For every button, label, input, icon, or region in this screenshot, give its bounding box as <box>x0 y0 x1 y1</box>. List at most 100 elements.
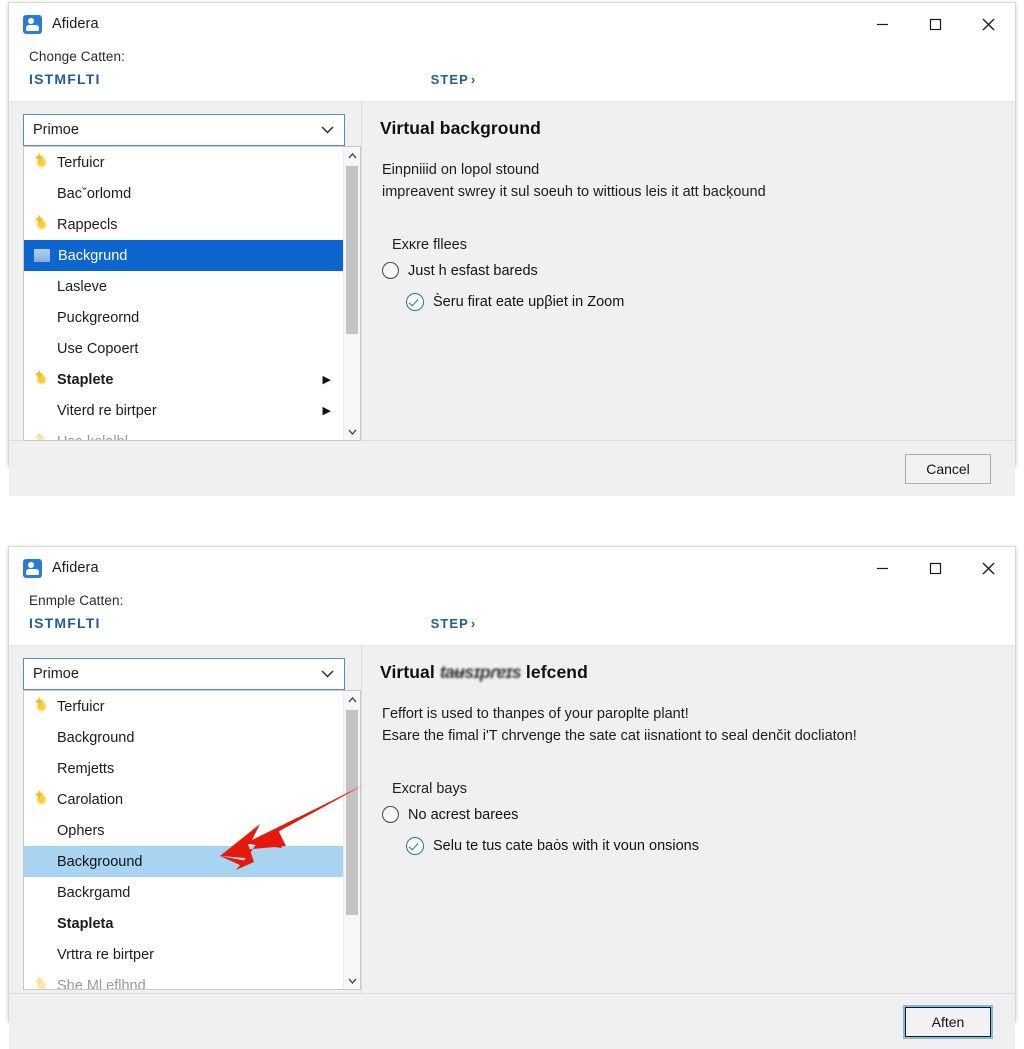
spacer-icon <box>34 854 49 869</box>
scrollbar-thumb[interactable] <box>346 166 358 334</box>
panel-description-2: Γeffort is used to thanpes of your parop… <box>382 703 995 747</box>
minimize-icon[interactable] <box>856 3 909 45</box>
checkbox-option-label-1: S̀eru ﬁrat eate upβiet in Zoom <box>433 294 625 310</box>
step-label-1: STEP <box>430 71 469 87</box>
list-item-label: Stapleta <box>57 915 114 932</box>
list-item[interactable]: Terfuicr <box>24 147 343 178</box>
step-link-1[interactable]: STEP › <box>431 72 477 87</box>
radio-button-icon[interactable] <box>382 262 399 279</box>
dialog-window-1: Afidera Chonge Catten: ISTMFLTI STEP › P… <box>8 2 1016 496</box>
list-item-label: Use kelalbl <box>57 434 343 441</box>
radio-option-label-1: Just h esfast bareds <box>408 262 538 279</box>
left-pane-2: Primoe Terfuicr Background <box>9 646 361 993</box>
minimize-icon[interactable] <box>856 547 909 589</box>
panel-title-2: Virtual taʉsɪpɾɐɪs lefcend <box>380 662 995 683</box>
close-icon[interactable] <box>962 547 1015 589</box>
right-pane-1: Virtual background Einpniiid on lopol st… <box>361 102 1015 440</box>
list-item[interactable]: Ophers <box>24 815 343 846</box>
dropdown-scrollbar-2[interactable] <box>343 691 360 989</box>
dropdown-list-1[interactable]: Terfuicr Bacˇorlomd Rappecls Backgr <box>23 146 361 441</box>
star-icon <box>33 974 49 989</box>
list-item-label: Lasleve <box>57 278 107 295</box>
window-title-1: Afidera <box>52 16 99 32</box>
list-item-label: Backrgamd <box>57 884 131 901</box>
close-icon[interactable] <box>962 3 1015 45</box>
list-item[interactable]: She Ml eflhnd <box>24 970 343 990</box>
dropdown-scrollbar-1[interactable] <box>343 147 360 440</box>
step-link-2[interactable]: STEP › <box>431 616 477 631</box>
radio-button-icon[interactable] <box>382 806 399 823</box>
scroll-down-arrow[interactable] <box>344 423 360 440</box>
radio-option-1[interactable]: Just h esfast bareds <box>382 262 995 279</box>
combobox-value-2: Primoe <box>33 666 79 682</box>
list-item-label: She Ml eflhnd <box>57 977 146 990</box>
window-title-2: Afidera <box>52 560 99 576</box>
list-item[interactable]: Background <box>24 722 343 753</box>
contact-card-icon <box>23 14 42 34</box>
list-item[interactable]: Carolation <box>24 784 343 815</box>
list-item-selected[interactable]: Backgrund <box>24 240 343 271</box>
spacer-icon <box>34 947 49 962</box>
dropdown-list-2[interactable]: Terfuicr Background Remjetts Carola <box>23 690 361 990</box>
list-item-selected[interactable]: Backgroound <box>24 846 343 877</box>
star-icon <box>33 430 49 440</box>
list-item[interactable]: Use Copoert <box>24 333 343 364</box>
header-row-2: ISTMFLTI STEP › <box>29 615 995 631</box>
description-line-1: Γeffort is used to thanpes of your parop… <box>382 706 689 722</box>
scroll-up-arrow[interactable] <box>344 691 360 708</box>
star-icon <box>33 368 49 387</box>
list-item-label: Backgrund <box>58 247 128 264</box>
scroll-up-arrow[interactable] <box>344 147 360 164</box>
check-circle-icon[interactable] <box>406 293 424 311</box>
star-icon <box>33 151 49 170</box>
list-item[interactable]: Terfuicr <box>24 691 343 722</box>
header-code-2: ISTMFLTI <box>29 615 101 631</box>
source-combobox-2[interactable]: Primoe <box>23 658 345 690</box>
list-item-label: Ophers <box>57 822 105 839</box>
header-strip-1: Chonge Catten: ISTMFLTI STEP › <box>9 45 1015 102</box>
panel-title-smudged-word: taʉsɪpɾɐɪs <box>439 662 522 682</box>
scrollbar-thumb[interactable] <box>346 710 358 915</box>
list-item[interactable]: Lasleve <box>24 271 343 302</box>
spacer-icon <box>34 403 49 418</box>
source-combobox-1[interactable]: Primoe <box>23 114 345 146</box>
check-circle-icon[interactable] <box>406 837 424 855</box>
list-item[interactable]: Rappecls <box>24 209 343 240</box>
list-item-label: Backgroound <box>57 853 143 870</box>
description-line-2: Esare the fimal i'T chrvenge the sate ca… <box>382 728 857 744</box>
spacer-icon <box>34 761 49 776</box>
footer-2: Aften <box>9 993 1015 1049</box>
header-subtitle-2: Enmple Catten: <box>29 593 124 608</box>
list-item[interactable]: Use kelalbl <box>24 426 343 441</box>
checkbox-option-label-2: Selu te tus cate baȯs with it voun onsi… <box>433 838 699 854</box>
cancel-button[interactable]: Cancel <box>905 453 991 484</box>
image-icon <box>34 249 50 262</box>
list-item[interactable]: Vrttra re birtper <box>24 939 343 970</box>
radio-option-2[interactable]: No acrest barees <box>382 806 995 823</box>
checkbox-option-2[interactable]: Selu te tus cate baȯs with it voun onsi… <box>406 837 995 855</box>
list-item[interactable]: Backrgamd <box>24 877 343 908</box>
list-item[interactable]: Viterd re birtper ▶ <box>24 395 343 426</box>
maximize-icon[interactable] <box>909 547 962 589</box>
submenu-arrow-icon: ▶ <box>322 374 331 386</box>
maximize-icon[interactable] <box>909 3 962 45</box>
options-group-label-2: Excral bays <box>392 781 467 797</box>
list-item-label: Puckgreornd <box>57 309 140 326</box>
list-item[interactable]: Puckgreornd <box>24 302 343 333</box>
panel-title-part2: lefcend <box>525 662 588 682</box>
header-strip-2: Enmple Catten: ISTMFLTI STEP › <box>9 589 1015 646</box>
aften-button[interactable]: Aften <box>905 1006 991 1037</box>
description-line-1: Einpniiid on lopol stound <box>382 162 540 178</box>
spacer-icon <box>34 186 49 201</box>
list-item-label: Rappecls <box>57 216 118 233</box>
chevron-right-icon: › <box>470 71 477 87</box>
list-item[interactable]: Staplete ▶ <box>24 364 343 395</box>
scroll-down-arrow[interactable] <box>344 972 360 989</box>
chevron-down-icon <box>321 665 334 683</box>
combobox-value-1: Primoe <box>33 122 79 138</box>
list-item[interactable]: Stapleta <box>24 908 343 939</box>
dropdown-items-1: Terfuicr Bacˇorlomd Rappecls Backgr <box>24 147 343 441</box>
checkbox-option-1[interactable]: S̀eru ﬁrat eate upβiet in Zoom <box>406 293 995 311</box>
list-item[interactable]: Bacˇorlomd <box>24 178 343 209</box>
list-item[interactable]: Remjetts <box>24 753 343 784</box>
